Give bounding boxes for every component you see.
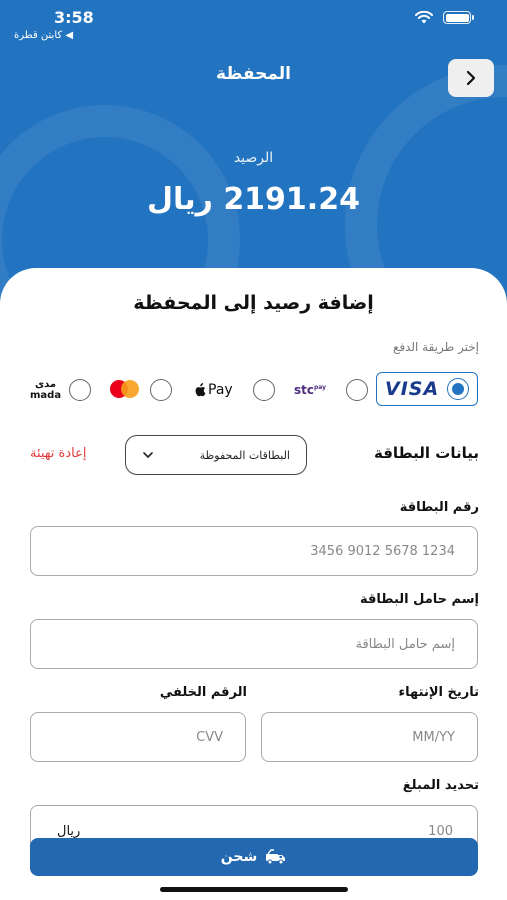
payment-option-stc-pay[interactable]: stcpay — [294, 372, 369, 408]
apple-icon — [195, 383, 206, 397]
amount-label: تحديد المبلغ — [402, 778, 479, 793]
amount-unit: ريال — [57, 824, 81, 839]
expiry-input[interactable]: MM/YY — [261, 712, 478, 762]
payment-method-label: إختر طريقة الدفع — [392, 340, 479, 354]
balance-label: الرصيد — [233, 150, 274, 166]
holder-name-input[interactable]: إسم حامل البطاقة — [30, 619, 478, 669]
charge-button-label: شحن — [220, 849, 258, 865]
stc-pay-logo: stcpay — [294, 383, 327, 397]
chevron-down-icon — [143, 452, 153, 458]
payment-option-visa[interactable]: VISA — [376, 372, 478, 406]
payment-option-mastercard[interactable] — [110, 372, 172, 408]
card-data-label: بيانات البطاقة — [373, 444, 479, 462]
back-button[interactable] — [448, 59, 494, 97]
amount-value: 100 — [428, 824, 453, 839]
card-number-input[interactable]: 3456 9012 5678 1234 — [30, 526, 478, 576]
status-icons — [415, 11, 474, 24]
mastercard-logo — [110, 380, 140, 400]
saved-cards-dropdown[interactable]: البطاقات المحفوظة — [125, 435, 307, 475]
status-time: 3:58 — [54, 8, 94, 27]
stc-pay-radio[interactable] — [346, 379, 369, 401]
tow-truck-icon — [266, 849, 286, 865]
expiry-label: تاريخ الإنتهاء — [398, 685, 479, 700]
cvv-label: الرقم الخلفي — [159, 685, 247, 700]
saved-cards-label: البطاقات المحفوظة — [199, 448, 290, 462]
payment-option-mada[interactable]: مدى mada — [30, 372, 92, 408]
visa-logo: VISA — [385, 378, 440, 400]
apple-pay-radio[interactable] — [252, 379, 275, 401]
home-indicator — [160, 887, 348, 892]
balance-value: 2191.24 ريال — [147, 182, 360, 217]
page-title: المحفظة — [216, 64, 291, 84]
chevron-right-icon — [466, 70, 476, 86]
holder-name-label: إسم حامل البطاقة — [360, 592, 479, 607]
payment-option-apple-pay[interactable]: Pay — [194, 372, 275, 408]
visa-radio[interactable] — [447, 378, 469, 400]
wifi-icon — [415, 11, 433, 24]
card-number-label: رقم البطاقة — [399, 500, 479, 515]
reset-link[interactable]: إعادة تهيئة — [30, 446, 87, 461]
apple-pay-logo: Pay — [194, 382, 233, 398]
charge-button[interactable]: شحن — [30, 838, 478, 876]
status-bar: 3:58 ◀ كابتن قطرة — [0, 0, 507, 48]
battery-icon — [443, 11, 474, 24]
mada-logo: مدى mada — [30, 379, 62, 401]
back-to-app-link[interactable]: ◀ كابتن قطرة — [14, 30, 73, 41]
mada-radio[interactable] — [69, 379, 92, 401]
mastercard-radio[interactable] — [150, 379, 172, 401]
form-title: إضافة رصيد إلى المحفظة — [133, 292, 374, 314]
cvv-input[interactable]: CVV — [30, 712, 246, 762]
